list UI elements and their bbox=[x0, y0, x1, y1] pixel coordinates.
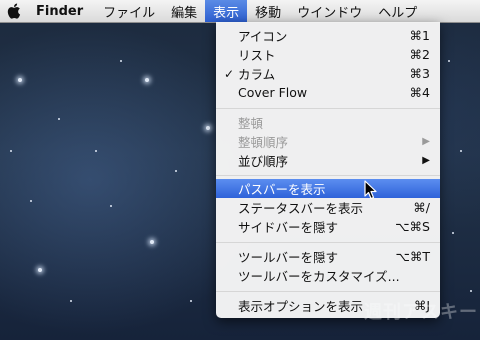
star bbox=[10, 150, 12, 152]
star bbox=[70, 300, 72, 302]
star bbox=[120, 60, 122, 62]
menu-finder[interactable]: Finder bbox=[28, 0, 95, 22]
menu-item-label: ツールバーをカスタマイズ... bbox=[238, 269, 400, 284]
star bbox=[95, 150, 97, 152]
shortcut: ⌥⌘T bbox=[395, 249, 430, 264]
menu-item-column[interactable]: ✓ カラム ⌘3 bbox=[216, 64, 440, 83]
menu-go[interactable]: 移動 bbox=[247, 0, 289, 22]
menu-view[interactable]: 表示 bbox=[205, 0, 248, 22]
menu-bar: Finder ファイル 編集 表示 移動 ウインドウ ヘルプ bbox=[0, 0, 480, 23]
submenu-arrow-icon: ▶ bbox=[422, 136, 430, 147]
star bbox=[18, 78, 22, 82]
star bbox=[38, 268, 42, 272]
separator bbox=[216, 175, 440, 176]
star bbox=[150, 240, 154, 244]
separator bbox=[216, 291, 440, 292]
menu-item-label: 並び順序 bbox=[238, 154, 289, 169]
menu-item-hide-toolbar[interactable]: ツールバーを隠す ⌥⌘T bbox=[216, 247, 440, 266]
apple-icon[interactable] bbox=[0, 0, 28, 22]
star bbox=[206, 126, 210, 130]
shortcut: ⌘4 bbox=[409, 85, 430, 100]
menu-help[interactable]: ヘルプ bbox=[370, 0, 425, 22]
menu-item-label: ツールバーを隠す bbox=[238, 250, 339, 265]
star bbox=[448, 60, 450, 62]
mouse-pointer-icon bbox=[364, 180, 378, 204]
menu-item-label: パスバーを表示 bbox=[238, 182, 326, 197]
menu-item-label: 整頓順序 bbox=[238, 135, 289, 150]
menu-item-label: 表示オプションを表示 bbox=[238, 299, 364, 314]
menu-item-show-path-bar[interactable]: パスバーを表示 bbox=[216, 179, 440, 198]
star bbox=[30, 200, 32, 202]
menu-item-label: アイコン bbox=[238, 29, 288, 44]
watermark: 週刊アスキー bbox=[364, 302, 478, 323]
menu-item-label: ステータスバーを表示 bbox=[238, 201, 364, 216]
menu-item-clean-up-by: 整頓順序 ▶ bbox=[216, 132, 440, 151]
menu-window[interactable]: ウインドウ bbox=[289, 0, 370, 22]
separator bbox=[216, 108, 440, 109]
view-menu-dropdown: アイコン ⌘1 リスト ⌘2 ✓ カラム ⌘3 Cover Flow ⌘4 整頓… bbox=[216, 22, 440, 318]
shortcut: ⌥⌘S bbox=[395, 219, 430, 234]
star bbox=[460, 150, 462, 152]
star bbox=[175, 170, 177, 172]
menu-item-clean-up: 整頓 bbox=[216, 113, 440, 132]
menu-item-arrange-by[interactable]: 並び順序 ▶ bbox=[216, 151, 440, 170]
star bbox=[110, 205, 112, 207]
star bbox=[190, 300, 192, 302]
menu-edit[interactable]: 編集 bbox=[163, 0, 205, 22]
menu-item-label: サイドバーを隠す bbox=[238, 220, 339, 235]
shortcut: ⌘3 bbox=[409, 66, 430, 81]
menu-item-label: リスト bbox=[238, 48, 276, 63]
star bbox=[470, 290, 472, 292]
menu-item-cover-flow[interactable]: Cover Flow ⌘4 bbox=[216, 83, 440, 102]
menu-item-label: 整頓 bbox=[238, 116, 264, 131]
shortcut: ⌘1 bbox=[409, 28, 430, 43]
shortcut: ⌘2 bbox=[409, 47, 430, 62]
star bbox=[58, 118, 60, 120]
star bbox=[452, 232, 454, 234]
checkmark-icon: ✓ bbox=[224, 66, 235, 81]
menu-item-list[interactable]: リスト ⌘2 bbox=[216, 45, 440, 64]
menu-item-hide-sidebar[interactable]: サイドバーを隠す ⌥⌘S bbox=[216, 217, 440, 236]
submenu-arrow-icon: ▶ bbox=[422, 155, 430, 166]
menu-item-label: Cover Flow bbox=[238, 85, 308, 100]
star bbox=[145, 78, 149, 82]
menu-item-icon[interactable]: アイコン ⌘1 bbox=[216, 26, 440, 45]
shortcut: ⌘/ bbox=[413, 200, 430, 215]
menu-item-show-status-bar[interactable]: ステータスバーを表示 ⌘/ bbox=[216, 198, 440, 217]
separator bbox=[216, 242, 440, 243]
menu-item-label: カラム bbox=[238, 67, 276, 82]
menu-item-customize-toolbar[interactable]: ツールバーをカスタマイズ... bbox=[216, 266, 440, 285]
menu-file[interactable]: ファイル bbox=[95, 0, 163, 22]
